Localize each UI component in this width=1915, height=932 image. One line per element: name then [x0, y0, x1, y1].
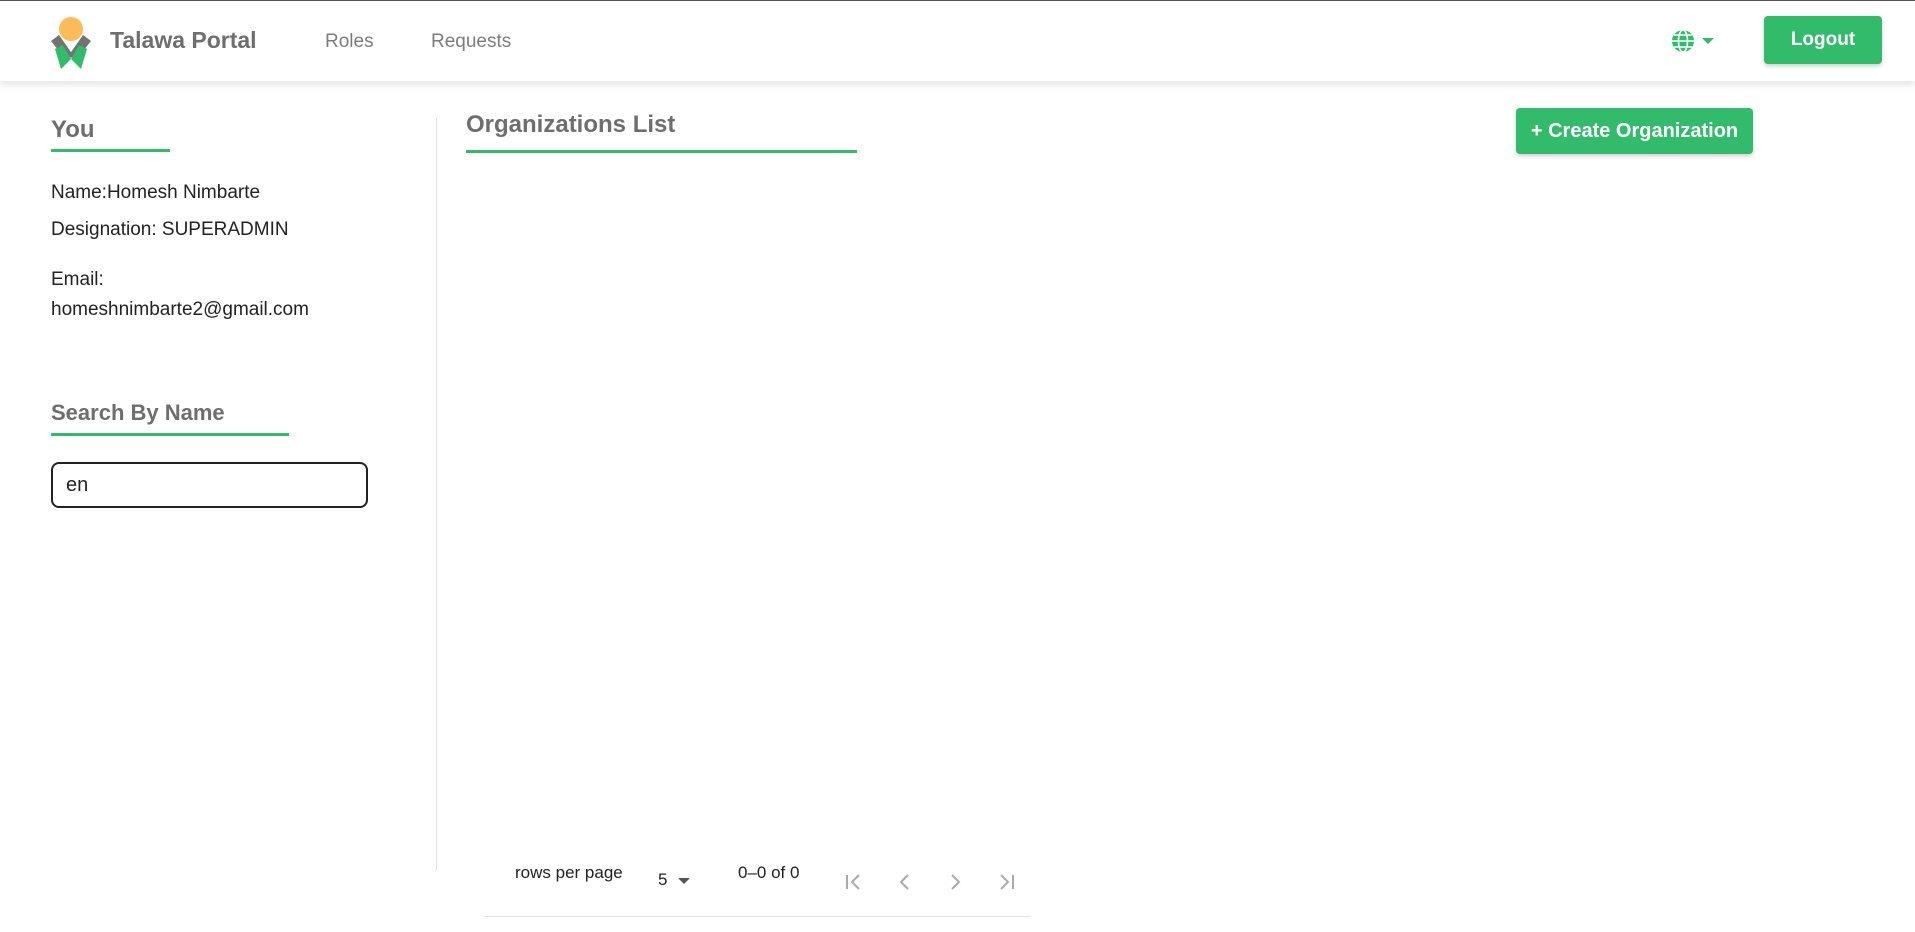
create-organization-button[interactable]: + Create Organization: [1516, 108, 1753, 154]
next-page-button[interactable]: [942, 869, 968, 895]
page-title: Organizations List: [466, 111, 676, 138]
profile-section-title: You: [51, 116, 95, 143]
nav-link-roles[interactable]: Roles: [325, 31, 374, 53]
top-navbar: Talawa Portal Roles Requests Logout: [0, 0, 1915, 81]
first-page-icon: [846, 874, 860, 890]
search-by-name-input[interactable]: [51, 462, 368, 508]
rows-per-page-label: rows per page: [515, 863, 623, 882]
chevron-left-icon: [899, 874, 909, 890]
logout-button[interactable]: Logout: [1764, 16, 1882, 64]
rows-per-page-value: 5: [658, 870, 668, 889]
profile-email-label: Email:: [51, 269, 104, 290]
brand-title: Talawa Portal: [110, 27, 257, 53]
search-title-underline: [51, 433, 289, 436]
profile-email: homeshnimbarte2@gmail.com: [51, 299, 309, 320]
previous-page-button[interactable]: [892, 869, 918, 895]
search-section-title: Search By Name: [51, 400, 225, 425]
nav-link-requests[interactable]: Requests: [431, 31, 511, 53]
profile-designation: Designation: SUPERADMIN: [51, 219, 289, 240]
language-dropdown[interactable]: [1671, 28, 1719, 54]
table-pagination: rows per page 5 0–0 of 0: [484, 855, 1030, 917]
last-page-icon: [1000, 874, 1014, 890]
panel-divider: [436, 118, 437, 870]
profile-title-underline: [51, 149, 170, 152]
talawa-logo: [51, 17, 91, 69]
last-page-button[interactable]: [993, 869, 1019, 895]
globe-icon: [1672, 29, 1714, 53]
rows-per-page-select[interactable]: 5: [658, 870, 698, 894]
page-title-underline: [466, 150, 857, 153]
first-page-button[interactable]: [841, 869, 867, 895]
chevron-down-icon: [678, 878, 690, 884]
chevron-down-icon: [1702, 38, 1714, 44]
profile-name: Name:Homesh Nimbarte: [51, 182, 261, 203]
chevron-right-icon: [951, 874, 961, 890]
pagination-range: 0–0 of 0: [738, 863, 800, 882]
